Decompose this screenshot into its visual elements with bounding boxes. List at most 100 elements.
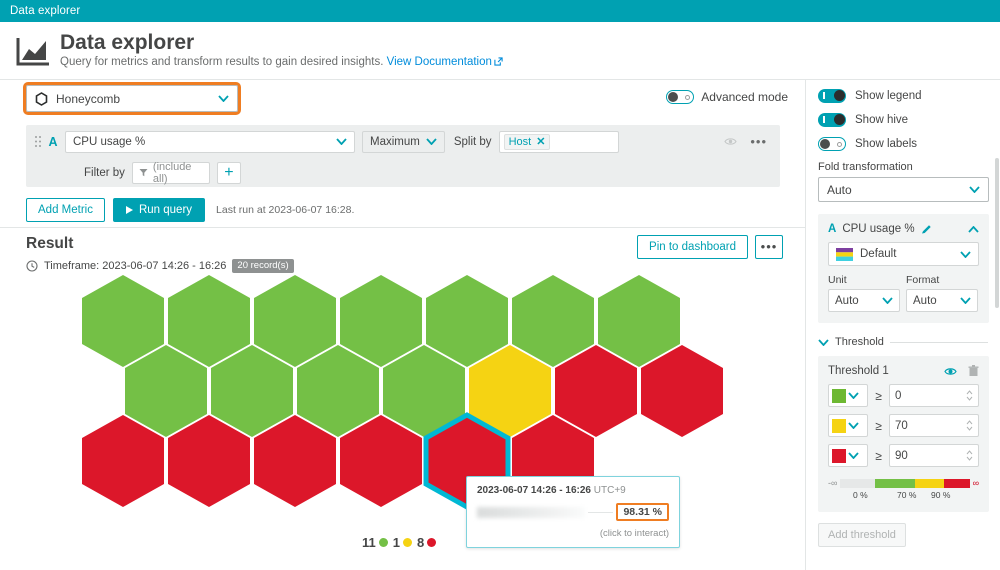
color-palette-select[interactable]: Default [828, 242, 979, 266]
split-by-chip-host[interactable]: Host ✕ [503, 133, 551, 150]
threshold-gradient: -∞ ∞ [828, 478, 979, 488]
legend-dot-green [378, 538, 388, 547]
last-run-text: Last run at 2023-06-07 16:28. [216, 204, 355, 216]
spinner-icon[interactable] [966, 390, 973, 401]
page-subtitle: Query for metrics and transform results … [60, 55, 503, 70]
legend-count: 8 [416, 535, 425, 550]
advanced-mode-control[interactable]: Advanced mode [666, 90, 788, 104]
threshold-value-input[interactable]: 0 [889, 384, 979, 407]
metric-select[interactable]: CPU usage % [65, 130, 355, 153]
chart-icon [16, 37, 49, 65]
threshold-color-select[interactable] [828, 384, 868, 407]
threshold-color-select[interactable] [828, 414, 868, 437]
chevron-up-icon[interactable] [968, 225, 979, 233]
split-by-label: Split by [453, 135, 492, 148]
external-link-icon [494, 57, 503, 66]
tooltip-value-row: 98.31 % [477, 503, 669, 521]
section-divider [0, 227, 805, 228]
setting-show-hive[interactable]: Show hive [818, 113, 988, 127]
eye-icon[interactable] [724, 137, 737, 146]
toggle-ring [685, 95, 691, 100]
pencil-icon[interactable] [921, 224, 932, 235]
tooltip-timezone: UTC+9 [593, 485, 626, 496]
body-wrapper: Honeycomb Advanced mode A CPU usage % Ma… [0, 79, 1000, 570]
chevron-down-icon [960, 297, 971, 304]
eye-icon[interactable] [944, 367, 957, 376]
tooltip-leader-line [588, 511, 614, 513]
chip-label: Host [508, 135, 532, 148]
gradient-tick: 0 % [853, 490, 868, 500]
sidebar-content: Show legend Show hive Show labels Fold t… [806, 80, 1000, 547]
chevron-down-icon [882, 297, 893, 304]
pin-to-dashboard-button[interactable]: Pin to dashboard [637, 235, 748, 259]
more-options-icon[interactable]: ••• [750, 135, 767, 148]
threshold-color-swatch [832, 388, 846, 403]
show-labels-toggle[interactable] [818, 137, 846, 151]
color-palette-swatch-icon [836, 247, 853, 261]
data-explorer-page: Data explorer Data explorer Query for me… [0, 0, 1000, 570]
unit-select[interactable]: Auto [828, 289, 900, 312]
sidebar-scrollbar[interactable] [995, 158, 999, 308]
threshold-value-input[interactable]: 70 [889, 414, 979, 437]
spinner-icon[interactable] [966, 420, 973, 431]
threshold-color-select[interactable] [828, 444, 868, 467]
add-threshold-button[interactable]: Add threshold [818, 523, 906, 547]
show-legend-toggle[interactable] [818, 89, 846, 103]
toggle-knob [668, 92, 679, 102]
add-filter-button[interactable]: + [216, 161, 241, 184]
visualization-type-value: Honeycomb [56, 91, 121, 106]
setting-show-labels[interactable]: Show labels [818, 137, 988, 151]
threshold-value: 70 [895, 419, 908, 432]
run-query-button[interactable]: Run query [112, 198, 206, 222]
spinner-icon[interactable] [966, 450, 973, 461]
subtitle-text: Query for metrics and transform results … [60, 56, 384, 68]
trash-icon[interactable] [968, 365, 979, 377]
legend-item-red: 8 [416, 535, 437, 550]
threshold-value: 90 [895, 449, 908, 462]
split-by-input[interactable]: Host ✕ [498, 130, 619, 153]
fold-transformation-select[interactable]: Auto [818, 177, 989, 202]
plus-icon: + [224, 163, 234, 181]
threshold-operator: ≥ [875, 448, 882, 463]
advanced-mode-toggle[interactable] [666, 90, 695, 104]
page-header: Data explorer Query for metrics and tran… [0, 22, 1000, 79]
timeframe-text: Timeframe: 2023-06-07 14:26 - 16:26 [44, 259, 227, 272]
threshold-panel-header: Threshold 1 [828, 365, 979, 377]
result-more-button[interactable]: ••• [755, 235, 783, 259]
filter-input[interactable]: (include all) [131, 161, 210, 185]
tooltip-time-range: 2023-06-07 14:26 - 16:26 [477, 485, 591, 496]
add-metric-button[interactable]: Add Metric [26, 198, 105, 222]
chevron-down-icon [218, 95, 229, 102]
view-documentation-link[interactable]: View Documentation [387, 56, 492, 68]
honeycomb-chart [0, 275, 805, 535]
drag-handle-icon[interactable] [34, 135, 42, 148]
unit-format-labels: Unit Format [828, 274, 979, 286]
format-select[interactable]: Auto [906, 289, 978, 312]
threshold-panel-title: Threshold 1 [828, 365, 889, 377]
color-palette-value: Default [860, 248, 897, 260]
tooltip-time: 2023-06-07 14:26 - 16:26 UTC+9 [477, 485, 669, 496]
play-icon [125, 206, 133, 214]
threshold-section-header[interactable]: Threshold [818, 336, 988, 348]
visualization-type-select[interactable]: Honeycomb [23, 82, 241, 115]
legend-item-yellow: 1 [393, 535, 412, 550]
chip-remove-icon[interactable]: ✕ [536, 135, 545, 148]
result-title: Result [26, 235, 74, 252]
show-labels-label: Show labels [855, 138, 918, 150]
chevron-down-icon [969, 186, 980, 193]
fold-transformation-value: Auto [827, 182, 852, 197]
add-metric-label: Add Metric [38, 204, 93, 216]
threshold-color-swatch [832, 418, 846, 433]
legend-dot-red [427, 538, 437, 547]
funnel-icon [139, 169, 148, 177]
query-actions: Add Metric Run query Last run at 2023-06… [26, 198, 354, 222]
setting-show-legend[interactable]: Show legend [818, 89, 988, 103]
metric-settings-panel: A CPU usage % Default Unit Format Auto A… [818, 214, 989, 323]
threshold-row: ≥ 0 [828, 384, 979, 407]
pin-label: Pin to dashboard [649, 241, 736, 253]
chevron-down-icon[interactable] [818, 338, 829, 346]
threshold-value-input[interactable]: 90 [889, 444, 979, 467]
aggregation-select[interactable]: Maximum [362, 130, 445, 153]
show-hive-toggle[interactable] [818, 113, 846, 127]
main-content: Honeycomb Advanced mode A CPU usage % Ma… [0, 79, 805, 570]
